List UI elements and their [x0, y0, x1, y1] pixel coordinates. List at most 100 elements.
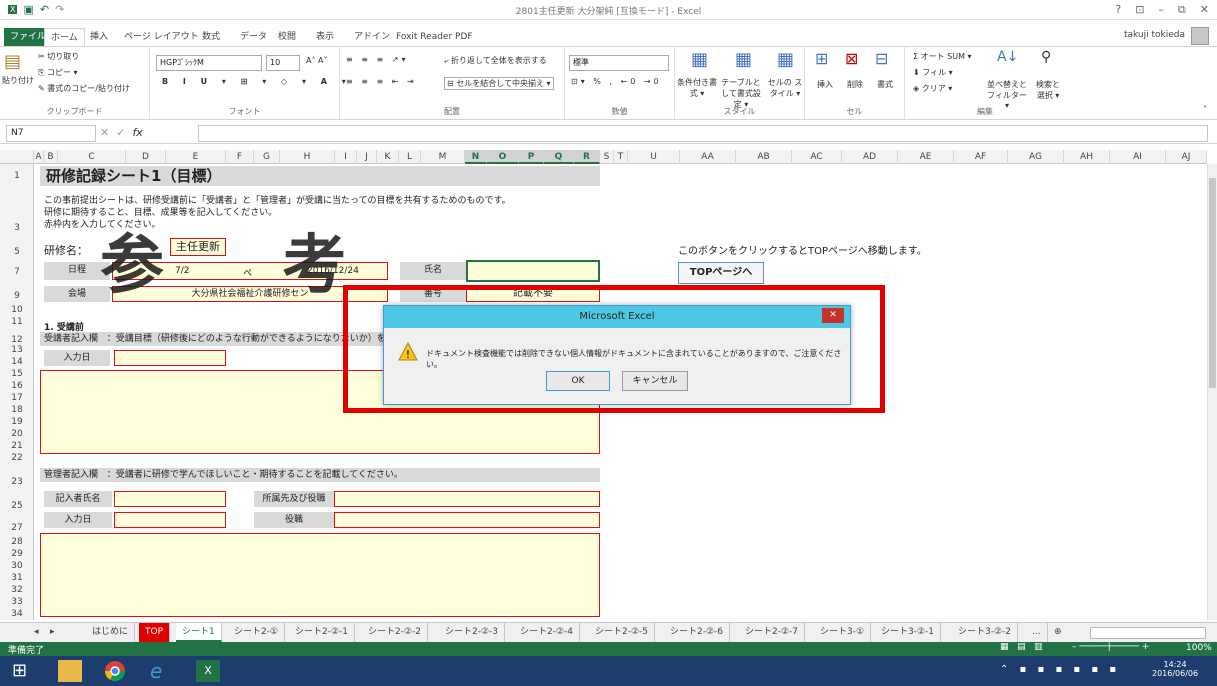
sheet-tab[interactable]: シート3-②-2	[952, 623, 1019, 642]
row-header[interactable]: 29	[0, 548, 34, 560]
column-header[interactable]: H	[280, 150, 335, 164]
row-header[interactable]: 14	[0, 356, 34, 368]
delete-cells-button[interactable]: 削除	[847, 79, 863, 90]
find-select-button[interactable]: 検索と 選択 ▾	[1033, 79, 1063, 101]
sheet-tab[interactable]: シート2-①	[228, 623, 286, 642]
row-header[interactable]: 30	[0, 560, 34, 572]
column-header-selected[interactable]: Q	[544, 150, 574, 164]
row-header[interactable]: 13	[0, 344, 34, 356]
dept-field[interactable]	[334, 491, 600, 507]
merge-center-button[interactable]: ⊟ セルを結合して中央揃え ▾	[444, 77, 554, 90]
tab-review[interactable]: 校閲	[272, 28, 302, 46]
format-cells-button[interactable]: 書式	[877, 79, 893, 90]
column-header[interactable]: M	[421, 150, 465, 164]
copy-button[interactable]: ⎘ コピー ▾	[38, 67, 78, 78]
row-header[interactable]: 27	[0, 522, 34, 534]
row-header[interactable]: 16	[0, 380, 34, 392]
row-header[interactable]: 21	[0, 440, 34, 452]
row-header[interactable]: 5	[0, 246, 34, 258]
wrap-text-button[interactable]: ⤶ 折り返して全体を表示する	[444, 55, 547, 66]
clock[interactable]: 14:24 2016/06/06	[1152, 660, 1198, 678]
zoom-slider[interactable]: – ─────┼───── +	[1072, 642, 1149, 652]
column-header[interactable]: F	[226, 150, 254, 164]
tab-addins[interactable]: アドイン	[348, 28, 396, 46]
align-icons[interactable]: ≡ ≡ ≡ ↗▾	[346, 55, 408, 64]
column-header[interactable]: D	[126, 150, 166, 164]
font-size-select[interactable]: 10	[266, 55, 300, 71]
name-box[interactable]: N7	[6, 125, 96, 142]
insert-cells-button[interactable]: 挿入	[817, 79, 833, 90]
insert-function-icon[interactable]: fx	[132, 126, 142, 139]
sheet-tab[interactable]: はじめに	[86, 623, 136, 642]
restore-icon[interactable]: ⧉	[1178, 3, 1186, 17]
sheet-scroll-right-icon[interactable]: ▸	[44, 623, 61, 642]
paste-button[interactable]: 貼り付け	[2, 75, 34, 86]
entry-date2-field[interactable]	[114, 512, 226, 528]
cell-styles-button[interactable]: セルの スタイル ▾	[767, 77, 803, 99]
row-header[interactable]: 20	[0, 428, 34, 440]
conditional-format-button[interactable]: 条件付き書式 ▾	[677, 77, 717, 99]
row-header[interactable]: 3	[0, 222, 34, 234]
chrome-icon[interactable]	[104, 660, 128, 682]
column-header[interactable]: AJ	[1166, 150, 1207, 164]
column-header[interactable]: AA	[680, 150, 736, 164]
sheet-tab-top[interactable]: TOP	[139, 623, 171, 642]
horizontal-scrollbar[interactable]	[1090, 627, 1206, 639]
column-header[interactable]: AH	[1064, 150, 1110, 164]
column-header[interactable]: S	[600, 150, 614, 164]
row-header[interactable]: 32	[0, 584, 34, 596]
row-header[interactable]: 34	[0, 608, 34, 620]
sheet-tab[interactable]: シート2-②-6	[664, 623, 731, 642]
row-header[interactable]: 25	[0, 500, 34, 512]
column-header[interactable]: C	[58, 150, 126, 164]
tab-page-layout[interactable]: ページ レイアウト	[118, 28, 205, 46]
cut-button[interactable]: ✂ 切り取り	[38, 51, 79, 62]
cancel-entry-icon[interactable]: ✕	[100, 126, 109, 139]
ribbon-display-icon[interactable]: ⊡	[1135, 3, 1144, 17]
top-page-button[interactable]: TOPページへ	[678, 262, 764, 284]
font-grow-icon[interactable]: A˄ A˅	[306, 56, 328, 65]
entry-date-field[interactable]	[114, 350, 226, 366]
column-header[interactable]: AI	[1110, 150, 1166, 164]
row-header[interactable]: 15	[0, 368, 34, 380]
sheet-tab[interactable]: シート2-②-3	[439, 623, 506, 642]
row-header[interactable]: 33	[0, 596, 34, 608]
manager-expectation-field[interactable]	[40, 533, 600, 617]
tab-insert[interactable]: 挿入	[84, 28, 114, 46]
cancel-button[interactable]: キャンセル	[622, 371, 688, 391]
column-header[interactable]: AC	[792, 150, 842, 164]
column-header[interactable]: AG	[1008, 150, 1064, 164]
column-header[interactable]: B	[44, 150, 58, 164]
vertical-scrollbar[interactable]	[1207, 164, 1217, 620]
column-header[interactable]: E	[166, 150, 226, 164]
row-header[interactable]: 28	[0, 536, 34, 548]
sheet-tab[interactable]: シート2-②-1	[289, 623, 356, 642]
column-header[interactable]: AD	[842, 150, 898, 164]
column-header-selected[interactable]: O	[487, 150, 519, 164]
column-header-selected[interactable]: P	[519, 150, 544, 164]
column-header[interactable]: J	[357, 150, 377, 164]
tab-formulas[interactable]: 数式	[196, 28, 226, 46]
column-header[interactable]: A	[34, 150, 44, 164]
number-format-icons[interactable]: ⊡▾ % , ←0 →0	[571, 77, 662, 86]
sheet-tab[interactable]: シート2-②-4	[514, 623, 581, 642]
autosum-button[interactable]: Σ オート SUM ▾	[913, 51, 972, 62]
column-header[interactable]: AB	[736, 150, 792, 164]
row-header[interactable]: 1	[0, 170, 34, 182]
column-header[interactable]: I	[335, 150, 357, 164]
tab-view[interactable]: 表示	[310, 28, 340, 46]
row-header[interactable]: 19	[0, 416, 34, 428]
dialog-close-icon[interactable]: ✕	[822, 308, 844, 323]
collapse-ribbon-icon[interactable]: ˄	[1203, 105, 1207, 114]
tab-data[interactable]: データ	[234, 28, 273, 46]
avatar[interactable]	[1191, 27, 1209, 45]
row-header[interactable]: 17	[0, 392, 34, 404]
column-header[interactable]: AE	[898, 150, 954, 164]
sheet-tab[interactable]: シート2-②-2	[362, 623, 429, 642]
add-sheet-icon[interactable]: ⊕	[1048, 623, 1068, 642]
column-header-selected[interactable]: N	[465, 150, 487, 164]
row-header[interactable]: 23	[0, 476, 34, 488]
row-header[interactable]: 9	[0, 290, 34, 302]
halign-icons[interactable]: ≡ ≡ ≡ ⇤ ⇥	[346, 77, 417, 86]
font-name-select[interactable]: HGPｺﾞｼｯｸM	[156, 55, 262, 71]
